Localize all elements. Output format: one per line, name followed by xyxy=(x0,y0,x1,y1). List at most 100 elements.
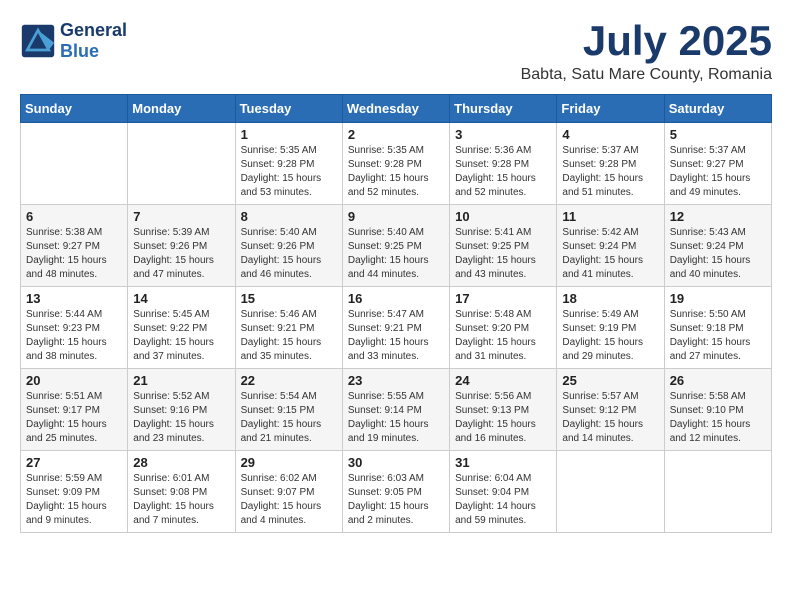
calendar-cell: 20 Sunrise: 5:51 AMSunset: 9:17 PMDaylig… xyxy=(21,369,128,451)
day-number: 13 xyxy=(26,291,122,306)
calendar-cell: 9 Sunrise: 5:40 AMSunset: 9:25 PMDayligh… xyxy=(342,205,449,287)
calendar-cell xyxy=(21,123,128,205)
day-info: Sunrise: 5:42 AMSunset: 9:24 PMDaylight:… xyxy=(562,226,658,282)
weekday-header-saturday: Saturday xyxy=(664,95,771,123)
calendar-cell: 18 Sunrise: 5:49 AMSunset: 9:19 PMDaylig… xyxy=(557,287,664,369)
month-title: July 2025 xyxy=(521,20,772,62)
calendar-cell: 24 Sunrise: 5:56 AMSunset: 9:13 PMDaylig… xyxy=(450,369,557,451)
day-number: 4 xyxy=(562,127,658,142)
calendar-cell: 11 Sunrise: 5:42 AMSunset: 9:24 PMDaylig… xyxy=(557,205,664,287)
calendar-cell: 7 Sunrise: 5:39 AMSunset: 9:26 PMDayligh… xyxy=(128,205,235,287)
day-info: Sunrise: 5:51 AMSunset: 9:17 PMDaylight:… xyxy=(26,390,122,446)
day-number: 26 xyxy=(670,373,766,388)
calendar-cell: 17 Sunrise: 5:48 AMSunset: 9:20 PMDaylig… xyxy=(450,287,557,369)
calendar-cell: 25 Sunrise: 5:57 AMSunset: 9:12 PMDaylig… xyxy=(557,369,664,451)
weekday-header-wednesday: Wednesday xyxy=(342,95,449,123)
day-info: Sunrise: 5:45 AMSunset: 9:22 PMDaylight:… xyxy=(133,308,229,364)
day-number: 15 xyxy=(241,291,337,306)
calendar-week-4: 20 Sunrise: 5:51 AMSunset: 9:17 PMDaylig… xyxy=(21,369,772,451)
calendar-cell: 2 Sunrise: 5:35 AMSunset: 9:28 PMDayligh… xyxy=(342,123,449,205)
day-number: 20 xyxy=(26,373,122,388)
weekday-header-friday: Friday xyxy=(557,95,664,123)
calendar-cell: 27 Sunrise: 5:59 AMSunset: 9:09 PMDaylig… xyxy=(21,451,128,533)
title-block: July 2025 Babta, Satu Mare County, Roman… xyxy=(521,20,772,84)
day-number: 10 xyxy=(455,209,551,224)
day-info: Sunrise: 5:39 AMSunset: 9:26 PMDaylight:… xyxy=(133,226,229,282)
day-info: Sunrise: 5:44 AMSunset: 9:23 PMDaylight:… xyxy=(26,308,122,364)
day-number: 24 xyxy=(455,373,551,388)
day-info: Sunrise: 5:41 AMSunset: 9:25 PMDaylight:… xyxy=(455,226,551,282)
day-info: Sunrise: 5:54 AMSunset: 9:15 PMDaylight:… xyxy=(241,390,337,446)
day-number: 12 xyxy=(670,209,766,224)
calendar-cell: 22 Sunrise: 5:54 AMSunset: 9:15 PMDaylig… xyxy=(235,369,342,451)
day-info: Sunrise: 5:37 AMSunset: 9:27 PMDaylight:… xyxy=(670,144,766,200)
calendar-cell: 1 Sunrise: 5:35 AMSunset: 9:28 PMDayligh… xyxy=(235,123,342,205)
weekday-header-row: SundayMondayTuesdayWednesdayThursdayFrid… xyxy=(21,95,772,123)
calendar-table: SundayMondayTuesdayWednesdayThursdayFrid… xyxy=(20,94,772,533)
day-number: 7 xyxy=(133,209,229,224)
calendar-cell: 10 Sunrise: 5:41 AMSunset: 9:25 PMDaylig… xyxy=(450,205,557,287)
day-info: Sunrise: 5:38 AMSunset: 9:27 PMDaylight:… xyxy=(26,226,122,282)
header: General Blue July 2025 Babta, Satu Mare … xyxy=(20,20,772,84)
day-info: Sunrise: 5:49 AMSunset: 9:19 PMDaylight:… xyxy=(562,308,658,364)
day-number: 2 xyxy=(348,127,444,142)
day-number: 22 xyxy=(241,373,337,388)
logo: General Blue xyxy=(20,20,127,62)
day-number: 1 xyxy=(241,127,337,142)
day-info: Sunrise: 5:56 AMSunset: 9:13 PMDaylight:… xyxy=(455,390,551,446)
day-number: 3 xyxy=(455,127,551,142)
day-info: Sunrise: 6:02 AMSunset: 9:07 PMDaylight:… xyxy=(241,472,337,528)
weekday-header-thursday: Thursday xyxy=(450,95,557,123)
day-info: Sunrise: 6:01 AMSunset: 9:08 PMDaylight:… xyxy=(133,472,229,528)
weekday-header-monday: Monday xyxy=(128,95,235,123)
day-number: 14 xyxy=(133,291,229,306)
day-number: 21 xyxy=(133,373,229,388)
calendar-cell: 8 Sunrise: 5:40 AMSunset: 9:26 PMDayligh… xyxy=(235,205,342,287)
day-info: Sunrise: 5:40 AMSunset: 9:26 PMDaylight:… xyxy=(241,226,337,282)
calendar-cell: 4 Sunrise: 5:37 AMSunset: 9:28 PMDayligh… xyxy=(557,123,664,205)
calendar-cell xyxy=(557,451,664,533)
day-number: 23 xyxy=(348,373,444,388)
calendar-cell: 19 Sunrise: 5:50 AMSunset: 9:18 PMDaylig… xyxy=(664,287,771,369)
day-info: Sunrise: 5:55 AMSunset: 9:14 PMDaylight:… xyxy=(348,390,444,446)
calendar-cell: 6 Sunrise: 5:38 AMSunset: 9:27 PMDayligh… xyxy=(21,205,128,287)
day-info: Sunrise: 5:43 AMSunset: 9:24 PMDaylight:… xyxy=(670,226,766,282)
calendar-cell: 30 Sunrise: 6:03 AMSunset: 9:05 PMDaylig… xyxy=(342,451,449,533)
calendar-cell: 29 Sunrise: 6:02 AMSunset: 9:07 PMDaylig… xyxy=(235,451,342,533)
weekday-header-tuesday: Tuesday xyxy=(235,95,342,123)
logo-text: General Blue xyxy=(60,20,127,62)
day-info: Sunrise: 5:40 AMSunset: 9:25 PMDaylight:… xyxy=(348,226,444,282)
day-info: Sunrise: 6:04 AMSunset: 9:04 PMDaylight:… xyxy=(455,472,551,528)
day-info: Sunrise: 5:48 AMSunset: 9:20 PMDaylight:… xyxy=(455,308,551,364)
calendar-week-5: 27 Sunrise: 5:59 AMSunset: 9:09 PMDaylig… xyxy=(21,451,772,533)
day-info: Sunrise: 5:36 AMSunset: 9:28 PMDaylight:… xyxy=(455,144,551,200)
calendar-cell: 12 Sunrise: 5:43 AMSunset: 9:24 PMDaylig… xyxy=(664,205,771,287)
day-number: 16 xyxy=(348,291,444,306)
day-info: Sunrise: 5:58 AMSunset: 9:10 PMDaylight:… xyxy=(670,390,766,446)
day-number: 5 xyxy=(670,127,766,142)
calendar-week-1: 1 Sunrise: 5:35 AMSunset: 9:28 PMDayligh… xyxy=(21,123,772,205)
day-number: 30 xyxy=(348,455,444,470)
weekday-header-sunday: Sunday xyxy=(21,95,128,123)
day-number: 19 xyxy=(670,291,766,306)
calendar-week-3: 13 Sunrise: 5:44 AMSunset: 9:23 PMDaylig… xyxy=(21,287,772,369)
day-number: 31 xyxy=(455,455,551,470)
day-number: 28 xyxy=(133,455,229,470)
day-number: 29 xyxy=(241,455,337,470)
calendar-cell: 21 Sunrise: 5:52 AMSunset: 9:16 PMDaylig… xyxy=(128,369,235,451)
day-number: 8 xyxy=(241,209,337,224)
day-info: Sunrise: 5:35 AMSunset: 9:28 PMDaylight:… xyxy=(348,144,444,200)
location-subtitle: Babta, Satu Mare County, Romania xyxy=(521,66,772,84)
calendar-cell: 31 Sunrise: 6:04 AMSunset: 9:04 PMDaylig… xyxy=(450,451,557,533)
calendar-cell: 16 Sunrise: 5:47 AMSunset: 9:21 PMDaylig… xyxy=(342,287,449,369)
calendar-cell: 23 Sunrise: 5:55 AMSunset: 9:14 PMDaylig… xyxy=(342,369,449,451)
day-info: Sunrise: 5:46 AMSunset: 9:21 PMDaylight:… xyxy=(241,308,337,364)
day-number: 9 xyxy=(348,209,444,224)
day-info: Sunrise: 5:35 AMSunset: 9:28 PMDaylight:… xyxy=(241,144,337,200)
day-info: Sunrise: 5:47 AMSunset: 9:21 PMDaylight:… xyxy=(348,308,444,364)
calendar-cell: 14 Sunrise: 5:45 AMSunset: 9:22 PMDaylig… xyxy=(128,287,235,369)
calendar-cell: 28 Sunrise: 6:01 AMSunset: 9:08 PMDaylig… xyxy=(128,451,235,533)
day-info: Sunrise: 5:37 AMSunset: 9:28 PMDaylight:… xyxy=(562,144,658,200)
calendar-cell: 15 Sunrise: 5:46 AMSunset: 9:21 PMDaylig… xyxy=(235,287,342,369)
day-number: 18 xyxy=(562,291,658,306)
